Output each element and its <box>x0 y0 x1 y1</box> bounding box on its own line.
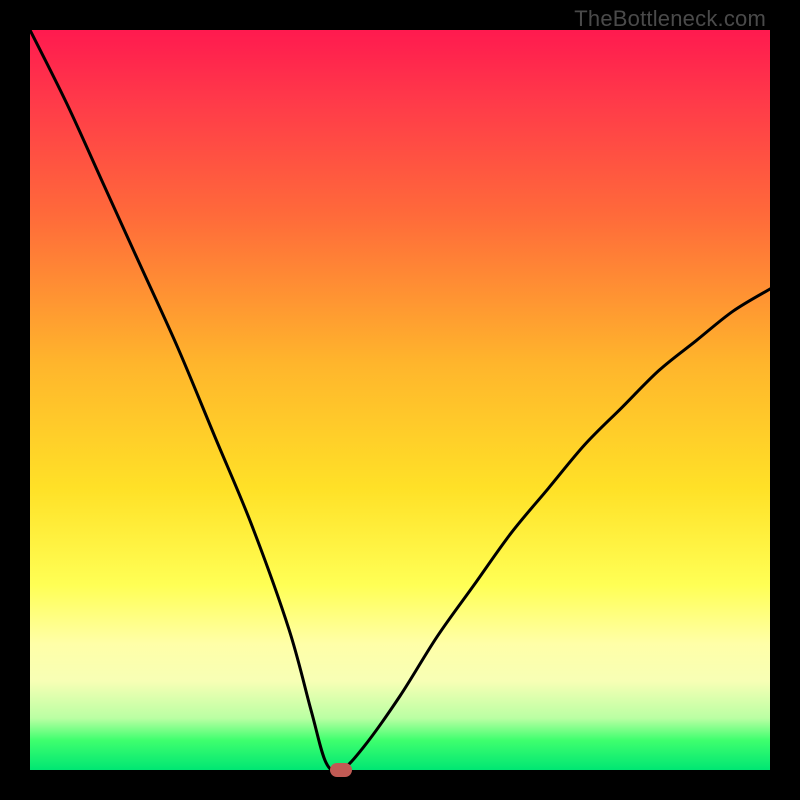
watermark-text: TheBottleneck.com <box>574 6 766 32</box>
plot-area <box>30 30 770 770</box>
bottleneck-curve <box>30 30 770 770</box>
optimal-marker <box>330 763 352 777</box>
curve-path <box>30 30 770 770</box>
